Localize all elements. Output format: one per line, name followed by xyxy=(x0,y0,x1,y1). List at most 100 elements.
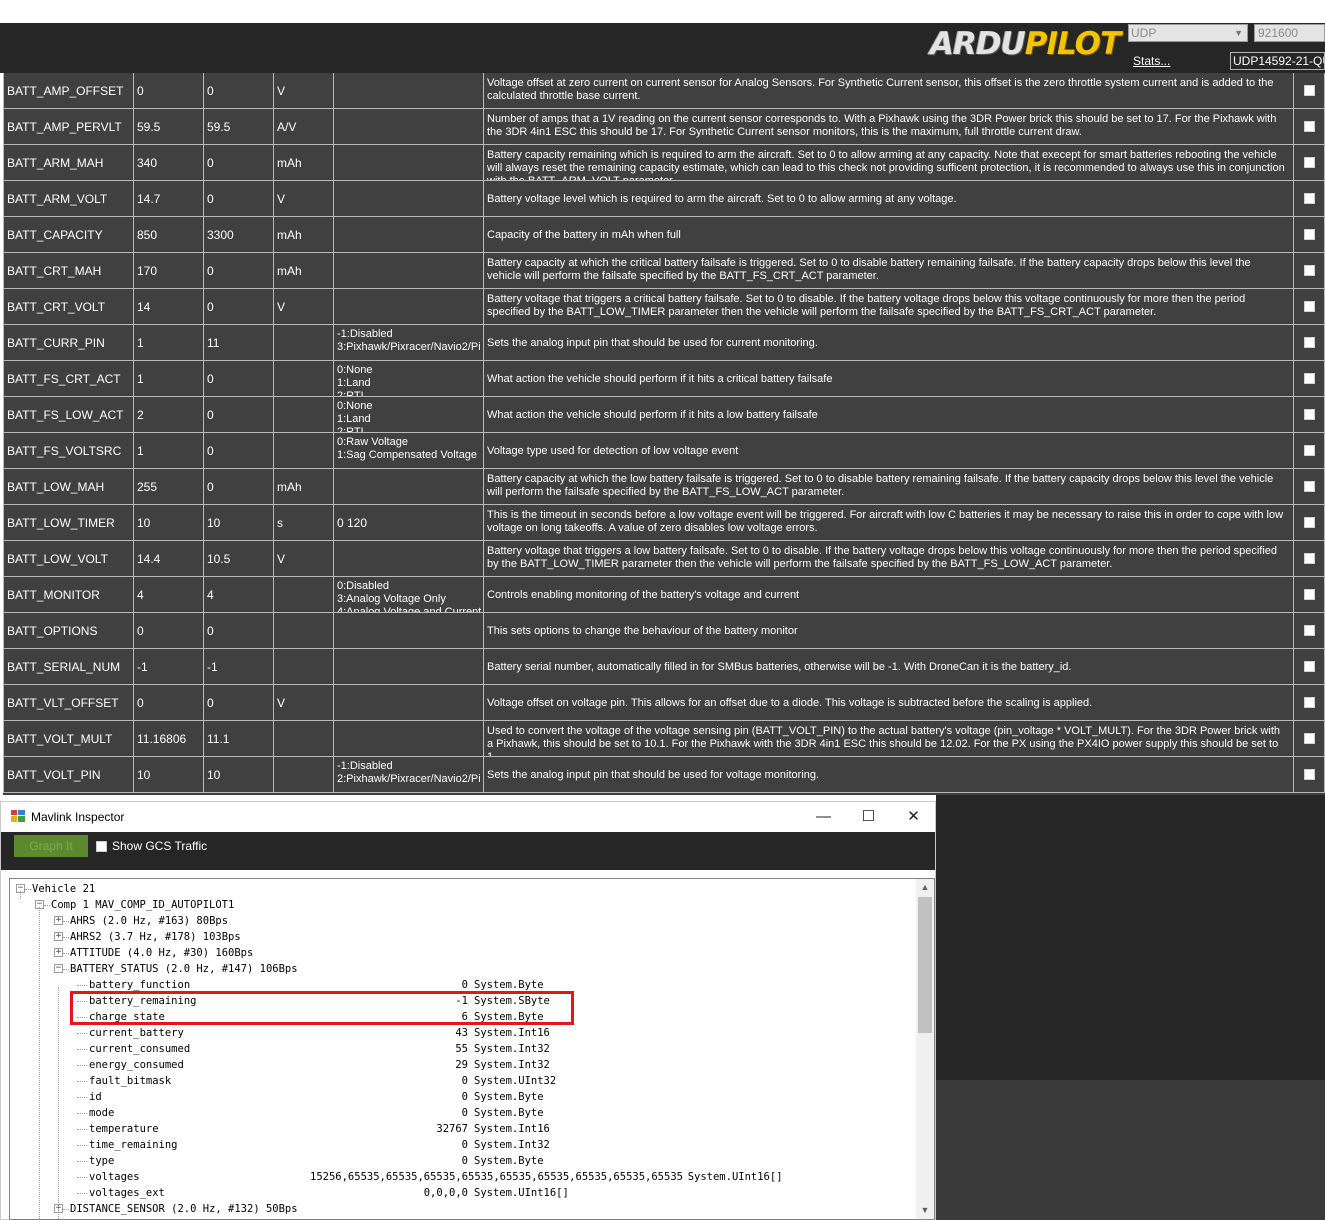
tree-field-row[interactable]: current_consumed 55 System.Int32 xyxy=(10,1041,916,1057)
param-row[interactable]: BATT_CRT_VOLT 14 0 V Battery voltage that tr… xyxy=(3,289,1325,325)
minimize-button[interactable]: — xyxy=(801,802,846,832)
param-row[interactable]: BATT_AMP_OFFSET 0 0 V Voltage offset at zero… xyxy=(3,73,1325,109)
param-checkbox[interactable] xyxy=(1304,589,1315,600)
param-checkbox[interactable] xyxy=(1304,733,1315,744)
window-titlebar[interactable]: Mavlink Inspector — ☐ ✕ xyxy=(1,802,935,832)
param-checkbox[interactable] xyxy=(1304,553,1315,564)
param-checkbox[interactable] xyxy=(1304,157,1315,168)
param-value-cell[interactable]: 170 xyxy=(134,253,204,289)
param-row[interactable]: BATT_FS_CRT_ACT 1 0 0:None 1:Land 2:RTL What… xyxy=(3,361,1325,397)
param-checkbox[interactable] xyxy=(1304,409,1315,420)
param-value-cell[interactable]: 4 xyxy=(134,577,204,613)
expand-icon[interactable]: + xyxy=(54,932,63,941)
param-value-cell[interactable]: -1 xyxy=(134,649,204,685)
param-value-cell[interactable]: 14.4 xyxy=(134,541,204,577)
vertical-scrollbar[interactable]: ▲ ▼ xyxy=(916,879,934,1219)
param-value[interactable]: 10 xyxy=(134,505,203,540)
param-value[interactable]: 0 xyxy=(134,73,203,108)
tree-field-row[interactable]: type 0 System.Byte xyxy=(10,1153,916,1169)
param-value-cell[interactable]: 10 xyxy=(134,505,204,541)
scroll-up-icon[interactable]: ▲ xyxy=(916,879,934,896)
tree-node-message[interactable]: + AHRS (2.0 Hz, #163) 80Bps xyxy=(10,913,916,929)
param-checkbox[interactable] xyxy=(1304,337,1315,348)
tree-node-component[interactable]: − Comp 1 MAV_COMP_ID_AUTOPILOT1 xyxy=(10,897,916,913)
param-value-cell[interactable]: 1 xyxy=(134,361,204,397)
param-value-cell[interactable]: 1 xyxy=(134,433,204,469)
param-row[interactable]: BATT_VLT_OFFSET 0 0 V Voltage offset on volt… xyxy=(3,685,1325,721)
expand-icon[interactable]: + xyxy=(54,916,63,925)
tree-field-row[interactable]: temperature 32767 System.Int16 xyxy=(10,1121,916,1137)
param-checkbox[interactable] xyxy=(1304,229,1315,240)
param-value[interactable]: 0 xyxy=(134,685,203,720)
tree-node-message[interactable]: + DISTANCE_SENSOR (2.0 Hz, #132) 50Bps xyxy=(10,1201,916,1217)
param-value-cell[interactable]: 14 xyxy=(134,289,204,325)
connection-type-select[interactable]: UDP ▼ xyxy=(1128,24,1248,42)
param-value-cell[interactable]: 2 xyxy=(134,397,204,433)
param-row[interactable]: BATT_AMP_PERVLT 59.5 59.5 A/V Number of amps… xyxy=(3,109,1325,145)
close-button[interactable]: ✕ xyxy=(891,802,936,832)
param-value[interactable]: 1 xyxy=(134,433,203,468)
tree-field-row[interactable]: id 0 System.Byte xyxy=(10,1089,916,1105)
param-value[interactable]: 1 xyxy=(134,361,203,396)
param-checkbox[interactable] xyxy=(1304,445,1315,456)
param-row[interactable]: BATT_FS_VOLTSRC 1 0 0:Raw Voltage 1:Sag Com… xyxy=(3,433,1325,469)
graph-it-button[interactable]: Graph It xyxy=(14,835,88,857)
param-checkbox[interactable] xyxy=(1304,625,1315,636)
param-row[interactable]: BATT_LOW_MAH 255 0 mAh Battery capacity at w… xyxy=(3,469,1325,505)
param-row[interactable]: BATT_LOW_VOLT 14.4 10.5 V Battery voltage th… xyxy=(3,541,1325,577)
param-value-cell[interactable]: 255 xyxy=(134,469,204,505)
param-value[interactable]: 0 xyxy=(134,613,203,648)
param-value[interactable]: 340 xyxy=(134,145,203,180)
param-checkbox[interactable] xyxy=(1304,481,1315,492)
param-value-cell[interactable]: 1 xyxy=(134,325,204,361)
param-value[interactable]: 14 xyxy=(134,289,203,324)
param-checkbox[interactable] xyxy=(1304,301,1315,312)
param-row[interactable]: BATT_VOLT_MULT 11.16806 11.1 Used to conver… xyxy=(3,721,1325,757)
tree-field-row[interactable]: voltages_ext 0,0,0,0 System.UInt16[] xyxy=(10,1185,916,1201)
param-checkbox[interactable] xyxy=(1304,517,1315,528)
param-value-cell[interactable]: 11.16806 xyxy=(134,721,204,757)
param-row[interactable]: BATT_ARM_VOLT 14.7 0 V Battery voltage level… xyxy=(3,181,1325,217)
param-checkbox[interactable] xyxy=(1304,661,1315,672)
param-row[interactable]: BATT_CURR_PIN 1 11 -1:Disabled 3:Pixhawk/Pi… xyxy=(3,325,1325,361)
tree-field-row[interactable]: mode 0 System.Byte xyxy=(10,1105,916,1121)
param-checkbox[interactable] xyxy=(1304,697,1315,708)
param-value[interactable]: 255 xyxy=(134,469,203,504)
param-value[interactable]: 1 xyxy=(134,325,203,360)
tree-field-row[interactable]: time_remaining 0 System.Int32 xyxy=(10,1137,916,1153)
param-value-cell[interactable]: 0 xyxy=(134,685,204,721)
param-checkbox[interactable] xyxy=(1304,265,1315,276)
tree-field-row[interactable]: current_battery 43 System.Int16 xyxy=(10,1025,916,1041)
tree-field-row[interactable]: voltages 15256,65535,65535,65535,65535,65… xyxy=(10,1169,916,1185)
param-value-cell[interactable]: 59.5 xyxy=(134,109,204,145)
tree-node-battery-status[interactable]: − BATTERY_STATUS (2.0 Hz, #147) 106Bps xyxy=(10,961,916,977)
tree-node-message[interactable]: + ATTITUDE (4.0 Hz, #30) 160Bps xyxy=(10,945,916,961)
collapse-icon[interactable]: − xyxy=(54,964,63,973)
param-checkbox[interactable] xyxy=(1304,373,1315,384)
param-row[interactable]: BATT_OPTIONS 0 0 This sets options to chang… xyxy=(3,613,1325,649)
expand-icon[interactable]: + xyxy=(54,948,63,957)
param-row[interactable]: BATT_CRT_MAH 170 0 mAh Battery capacity at w… xyxy=(3,253,1325,289)
param-value-cell[interactable]: 340 xyxy=(134,145,204,181)
tree-field-row[interactable]: energy_consumed 29 System.Int32 xyxy=(10,1057,916,1073)
baud-rate-select[interactable]: 921600 xyxy=(1254,24,1325,42)
param-value-cell[interactable]: 10 xyxy=(134,757,204,793)
param-value[interactable]: 11.16806 xyxy=(134,721,203,756)
message-tree[interactable]: − Vehicle 21− Comp 1 MAV_COMP_ID_AUTOPILOT… xyxy=(9,878,935,1220)
param-value[interactable]: -1 xyxy=(134,649,203,684)
scroll-down-icon[interactable]: ▼ xyxy=(916,1202,934,1219)
param-value-cell[interactable]: 14.7 xyxy=(134,181,204,217)
param-value[interactable]: 170 xyxy=(134,253,203,288)
param-row[interactable]: BATT_FS_LOW_ACT 2 0 0:None 1:Land 2:RTL What… xyxy=(3,397,1325,433)
param-checkbox[interactable] xyxy=(1304,193,1315,204)
show-gcs-traffic-checkbox[interactable] xyxy=(96,841,107,852)
tree-field-row[interactable]: fault_bitmask 0 System.UInt32 xyxy=(10,1073,916,1089)
param-value[interactable]: 14.4 xyxy=(134,541,203,576)
param-row[interactable]: BATT_CAPACITY 850 3300 mAh Capacity of the b… xyxy=(3,217,1325,253)
param-value[interactable]: 4 xyxy=(134,577,203,612)
param-row[interactable]: BATT_MONITOR 4 4 0:Disabled 3:Analog Voltag… xyxy=(3,577,1325,613)
param-row[interactable]: BATT_VOLT_PIN 10 10 -1:Disabled 2:Pixhawk/P… xyxy=(3,757,1325,793)
param-value[interactable]: 2 xyxy=(134,397,203,432)
param-value[interactable]: 14.7 xyxy=(134,181,203,216)
param-value[interactable]: 850 xyxy=(134,217,203,252)
